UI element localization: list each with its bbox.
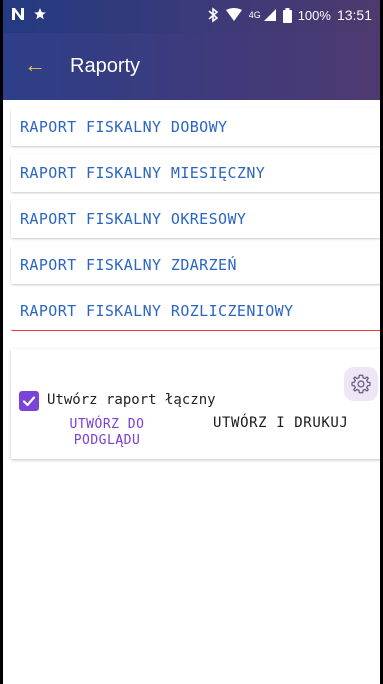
report-label: RAPORT FISKALNY OKRESOWY — [20, 210, 247, 228]
signal-4g-icon — [263, 9, 276, 21]
create-preview-button[interactable]: UTWÓRZ DO PODGLĄDU — [47, 417, 167, 449]
bluetooth-icon — [208, 7, 218, 23]
preview-button-line1: UTWÓRZ DO — [69, 417, 145, 432]
report-item-events[interactable]: RAPORT FISKALNY ZDARZEŃ — [11, 246, 380, 284]
settings-button[interactable] — [344, 367, 378, 401]
report-label: RAPORT FISKALNY MIESIĘCZNY — [20, 164, 266, 182]
create-and-print-button[interactable]: UTWÓRZ I DRUKUJ — [213, 414, 380, 432]
combined-report-checkbox[interactable] — [19, 391, 39, 411]
page-title: Raporty — [70, 55, 141, 77]
report-item-settlement[interactable]: RAPORT FISKALNY ROZLICZENIOWY — [11, 292, 380, 331]
report-item-daily[interactable]: RAPORT FISKALNY DOBOWY — [11, 108, 380, 146]
combined-report-label: Utwórz raport łączny — [47, 392, 216, 408]
battery-level: 100% — [297, 7, 331, 23]
gear-icon — [351, 374, 371, 394]
report-label: RAPORT FISKALNY ZDARZEŃ — [20, 256, 237, 274]
report-label: RAPORT FISKALNY ROZLICZENIOWY — [20, 302, 294, 320]
report-item-monthly[interactable]: RAPORT FISKALNY MIESIĘCZNY — [11, 154, 380, 192]
print-button-label: UTWÓRZ I DRUKUJ — [213, 415, 349, 431]
report-label: RAPORT FISKALNY DOBOWY — [20, 118, 228, 136]
status-bar: 4G 100% 13:51 — [3, 0, 380, 33]
check-icon — [22, 396, 36, 407]
network-label: 4G — [248, 10, 261, 20]
arrow-left-icon: ← — [24, 52, 46, 77]
n-icon — [12, 8, 24, 20]
app-screen: 4G 100% 13:51 ← Raporty RAPORT FISKALNY … — [3, 0, 380, 684]
star-icon — [34, 8, 46, 20]
back-button[interactable]: ← — [23, 53, 47, 77]
report-item-periodic[interactable]: RAPORT FISKALNY OKRESOWY — [11, 200, 380, 238]
app-bar: ← Raporty — [3, 33, 380, 100]
clock: 13:51 — [336, 7, 372, 23]
battery-icon — [282, 7, 292, 23]
preview-button-line2: PODGLĄDU — [73, 433, 141, 448]
wifi-icon — [225, 8, 242, 21]
